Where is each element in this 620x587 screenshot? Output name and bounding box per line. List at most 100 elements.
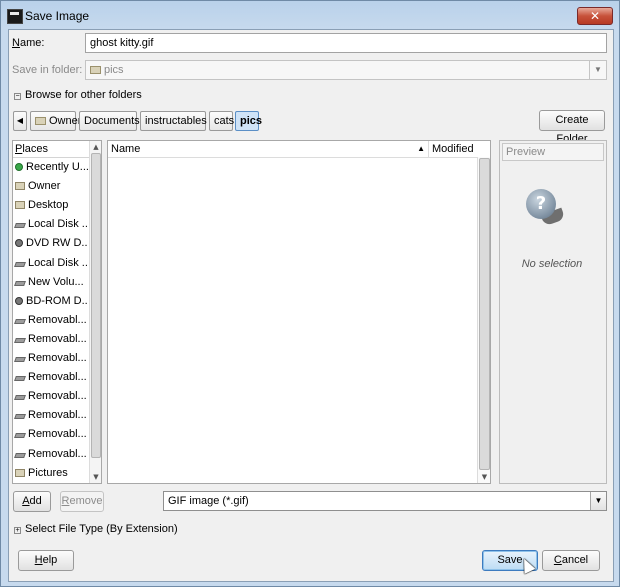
- breadcrumb-instructables[interactable]: instructables: [140, 111, 207, 131]
- places-item-label: Removabl...: [28, 352, 87, 364]
- places-item-label: Recently U...: [26, 161, 88, 173]
- places-item-label: Removabl...: [28, 428, 87, 441]
- browse-folders-toggle[interactable]: − Browse for other folders: [14, 89, 142, 101]
- places-item[interactable]: Removabl...: [14, 406, 88, 425]
- column-header-modified[interactable]: Modified: [428, 141, 482, 158]
- create-folder-button[interactable]: Create Folder: [539, 110, 605, 145]
- save-in-folder-value: pics: [104, 64, 124, 76]
- places-item[interactable]: Removabl...: [14, 368, 88, 387]
- preview-panel: Preview ? No selection: [499, 140, 607, 484]
- drive-icon: [14, 414, 26, 420]
- places-item[interactable]: Pictures: [14, 464, 88, 483]
- chevron-down-icon[interactable]: ▼: [589, 61, 606, 79]
- save-image-dialog: Save Image ✕ Name: ghost kitty.gif Save …: [0, 0, 620, 587]
- places-item[interactable]: Removabl...: [14, 330, 88, 349]
- file-list-scrollbar[interactable]: ▼: [477, 157, 490, 483]
- places-item-label: Pictures: [28, 466, 68, 479]
- cancel-button[interactable]: Cancel: [542, 550, 600, 571]
- name-input[interactable]: ghost kitty.gif: [85, 33, 607, 53]
- places-item-label: Local Disk ...: [28, 218, 88, 231]
- folder-icon: [15, 468, 25, 477]
- chevron-down-icon[interactable]: ▼: [590, 492, 606, 510]
- breadcrumb-cats[interactable]: cats: [209, 111, 234, 131]
- dvd-icon: [15, 296, 23, 305]
- drive-icon: [14, 261, 26, 267]
- remove-button[interactable]: Remove: [60, 491, 104, 512]
- places-item[interactable]: DVD RW D...: [14, 234, 88, 253]
- preview-header: Preview: [502, 143, 604, 161]
- places-item[interactable]: Removabl...: [14, 387, 88, 406]
- places-scrollbar[interactable]: ▲ ▼: [89, 141, 101, 483]
- places-item-label: Removabl...: [28, 447, 87, 460]
- add-button[interactable]: Add: [13, 491, 51, 512]
- places-item[interactable]: Removabl...: [14, 425, 88, 444]
- places-item-label: Removabl...: [28, 313, 87, 326]
- folder-icon: [35, 117, 46, 125]
- drive-icon: [14, 376, 26, 382]
- places-item[interactable]: BD-ROM D...: [14, 292, 88, 311]
- places-panel: Places Recently U... Owner Desktop Local Di…: [12, 140, 102, 484]
- places-item-label: Removabl...: [28, 390, 87, 403]
- dvd-icon: [15, 239, 23, 248]
- drive-icon: [14, 318, 26, 324]
- places-item-label: Removabl...: [28, 409, 87, 422]
- column-header-name[interactable]: Name ▲: [108, 141, 429, 158]
- file-list-scroll-thumb[interactable]: [479, 158, 490, 470]
- places-item[interactable]: Recently U...: [14, 158, 88, 177]
- places-item-label: BD-ROM D...: [26, 294, 88, 307]
- file-list-area[interactable]: [108, 157, 476, 483]
- window-title: Save Image: [25, 9, 90, 23]
- question-icon: ?: [526, 189, 556, 219]
- places-item-label: Local Disk ...: [28, 256, 88, 269]
- scroll-up-icon[interactable]: ▲: [90, 141, 101, 153]
- places-item-label: Owner: [28, 180, 61, 193]
- sort-ascending-icon: ▲: [417, 144, 425, 153]
- file-type-select[interactable]: GIF image (*.gif) ▼: [163, 491, 607, 511]
- places-item[interactable]: Removabl...: [14, 311, 88, 330]
- places-item-label: New Volu...: [28, 275, 84, 288]
- drive-icon: [14, 280, 26, 286]
- collapse-icon: −: [14, 93, 21, 100]
- breadcrumb-documents[interactable]: Documents: [79, 111, 140, 131]
- no-selection-text: No selection: [521, 258, 583, 270]
- app-icon: [7, 9, 23, 24]
- places-item-label: Desktop: [28, 199, 69, 212]
- file-type-value: GIF image (*.gif): [168, 495, 249, 507]
- expand-icon: +: [14, 527, 21, 534]
- folder-icon: [15, 201, 25, 210]
- breadcrumb-back-button[interactable]: ◀: [13, 111, 27, 131]
- places-item[interactable]: Local Disk ...: [14, 215, 88, 234]
- places-scroll-thumb[interactable]: [91, 153, 101, 458]
- select-file-type-toggle[interactable]: + Select File Type (By Extension): [14, 523, 178, 535]
- scroll-down-icon[interactable]: ▼: [90, 471, 101, 483]
- drive-icon: [14, 452, 26, 458]
- file-list-panel: Name ▲ Modified ▼: [107, 140, 491, 484]
- title-bar[interactable]: Save Image ✕: [1, 1, 619, 31]
- places-item[interactable]: Local Disk ...: [14, 254, 88, 273]
- save-in-folder-select[interactable]: pics ▼: [85, 60, 607, 80]
- places-header[interactable]: Places: [13, 141, 89, 158]
- column-name-label: Name: [111, 143, 141, 155]
- drive-icon: [14, 433, 26, 439]
- drive-icon: [14, 223, 26, 229]
- places-item-label: Removabl...: [28, 332, 87, 345]
- breadcrumb-pics[interactable]: pics: [235, 111, 262, 131]
- folder-icon: [15, 182, 25, 191]
- places-item[interactable]: Owner: [14, 177, 88, 196]
- save-in-folder-label: Save in folder:: [12, 64, 83, 76]
- scroll-down-icon[interactable]: ▼: [478, 471, 490, 483]
- name-label: Name:: [12, 37, 45, 49]
- recent-icon: [15, 163, 23, 171]
- places-item[interactable]: Removabl...: [14, 445, 88, 464]
- close-button[interactable]: ✕: [577, 7, 613, 25]
- places-item-label: DVD RW D...: [26, 237, 88, 250]
- places-item[interactable]: Desktop: [14, 196, 88, 215]
- breadcrumb-label: Owner: [49, 115, 82, 127]
- help-button[interactable]: Help: [18, 550, 74, 571]
- drive-icon: [14, 395, 26, 401]
- breadcrumb-owner[interactable]: Owner: [30, 111, 81, 131]
- places-item-label: Removabl...: [28, 371, 87, 384]
- places-item[interactable]: Removabl...: [14, 349, 88, 368]
- drive-icon: [14, 357, 26, 362]
- places-item[interactable]: New Volu...: [14, 273, 88, 292]
